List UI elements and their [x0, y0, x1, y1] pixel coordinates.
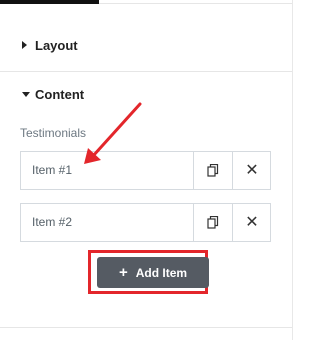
section-title-layout: Layout — [35, 37, 78, 53]
duplicate-icon — [207, 216, 219, 229]
close-icon: ✕ — [245, 213, 259, 231]
plus-icon: + — [118, 264, 128, 281]
add-item-button[interactable]: + Add Item — [97, 257, 209, 288]
section-divider — [0, 71, 292, 72]
close-icon: ✕ — [245, 161, 259, 179]
repeater-item[interactable]: Item #1 ✕ — [20, 151, 271, 190]
tabs-divider — [99, 3, 292, 4]
add-item-label: Add Item — [135, 265, 188, 280]
panel-edge — [292, 0, 293, 340]
section-divider — [0, 327, 292, 328]
repeater-item-title[interactable]: Item #1 — [32, 152, 72, 189]
duplicate-icon — [207, 164, 219, 177]
caret-down-icon — [22, 92, 30, 97]
remove-button[interactable]: ✕ — [232, 152, 271, 189]
active-tab-indicator — [0, 0, 99, 4]
editor-panel: Layout Content Testimonials Item #1 ✕ It… — [0, 0, 292, 340]
section-title-content: Content — [35, 86, 85, 102]
repeater-item-title[interactable]: Item #2 — [32, 204, 72, 241]
remove-button[interactable]: ✕ — [232, 204, 271, 241]
caret-right-icon — [22, 41, 27, 49]
section-header-content[interactable]: Content — [0, 83, 292, 105]
duplicate-button[interactable] — [193, 152, 232, 189]
repeater-item[interactable]: Item #2 ✕ — [20, 203, 271, 242]
section-header-layout[interactable]: Layout — [0, 34, 292, 56]
duplicate-button[interactable] — [193, 204, 232, 241]
repeater-label: Testimonials — [20, 126, 87, 140]
